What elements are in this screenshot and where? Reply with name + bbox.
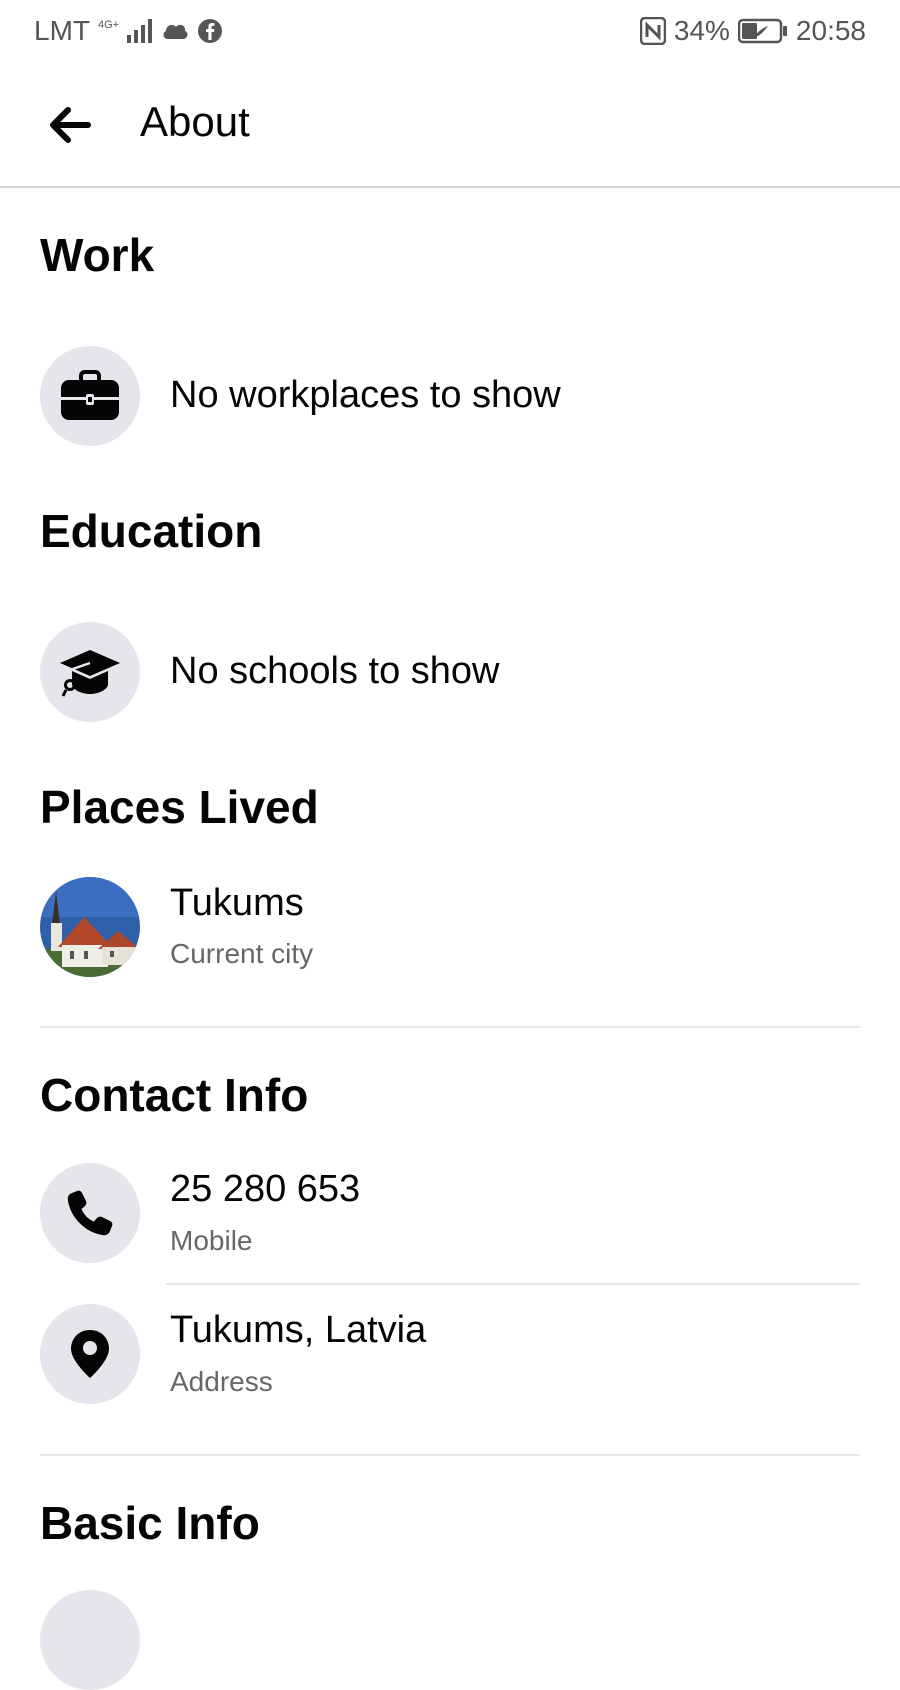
graduation-cap-icon bbox=[60, 650, 120, 697]
back-button[interactable] bbox=[40, 92, 100, 158]
divider-contact-bottom bbox=[40, 1454, 860, 1456]
work-icon-badge bbox=[40, 346, 140, 446]
phone-icon-badge bbox=[40, 1163, 140, 1263]
app-bar: About bbox=[0, 62, 900, 188]
status-right: 34% 20:58 bbox=[639, 15, 866, 47]
basic-info-icon-badge bbox=[40, 1590, 140, 1690]
battery-percent: 34% bbox=[673, 15, 730, 46]
address-icon-badge bbox=[40, 1304, 140, 1404]
status-bar: LMT 4G+ 34% 20:58 bbox=[0, 0, 900, 62]
phone-number[interactable]: 25 280 653 bbox=[170, 1168, 360, 1211]
arrow-left-icon bbox=[50, 107, 91, 143]
phone-label: Mobile bbox=[170, 1225, 253, 1256]
phone-icon bbox=[67, 1190, 113, 1236]
work-section-title: Work bbox=[40, 229, 155, 281]
page-title: About bbox=[140, 98, 250, 145]
city-photo[interactable] bbox=[40, 877, 140, 977]
battery-icon bbox=[737, 18, 788, 44]
education-empty-text: No schools to show bbox=[170, 650, 500, 692]
carrier-label: LMT bbox=[34, 15, 90, 46]
status-left: LMT 4G+ bbox=[34, 15, 223, 47]
basic-info-section-title: Basic Info bbox=[40, 1497, 260, 1549]
work-empty-text: No workplaces to show bbox=[170, 374, 561, 416]
briefcase-icon bbox=[61, 370, 119, 420]
education-section-title: Education bbox=[40, 505, 263, 557]
places-lived-section-title: Places Lived bbox=[40, 781, 319, 833]
place-label: Current city bbox=[170, 938, 314, 969]
place-name[interactable]: Tukums bbox=[170, 882, 304, 925]
education-icon-badge bbox=[40, 622, 140, 722]
network-type-label: 4G+ bbox=[98, 18, 120, 31]
nfc-icon bbox=[639, 17, 666, 45]
cloud-icon bbox=[161, 21, 189, 41]
facebook-icon bbox=[197, 18, 223, 44]
map-pin-icon bbox=[71, 1330, 109, 1378]
contact-info-section-title: Contact Info bbox=[40, 1069, 309, 1121]
clock: 20:58 bbox=[795, 15, 866, 46]
signal-icon bbox=[127, 19, 153, 43]
divider-places bbox=[40, 1026, 860, 1028]
divider-contact bbox=[166, 1283, 860, 1285]
address-label: Address bbox=[170, 1366, 273, 1397]
address-value[interactable]: Tukums, Latvia bbox=[170, 1309, 426, 1352]
